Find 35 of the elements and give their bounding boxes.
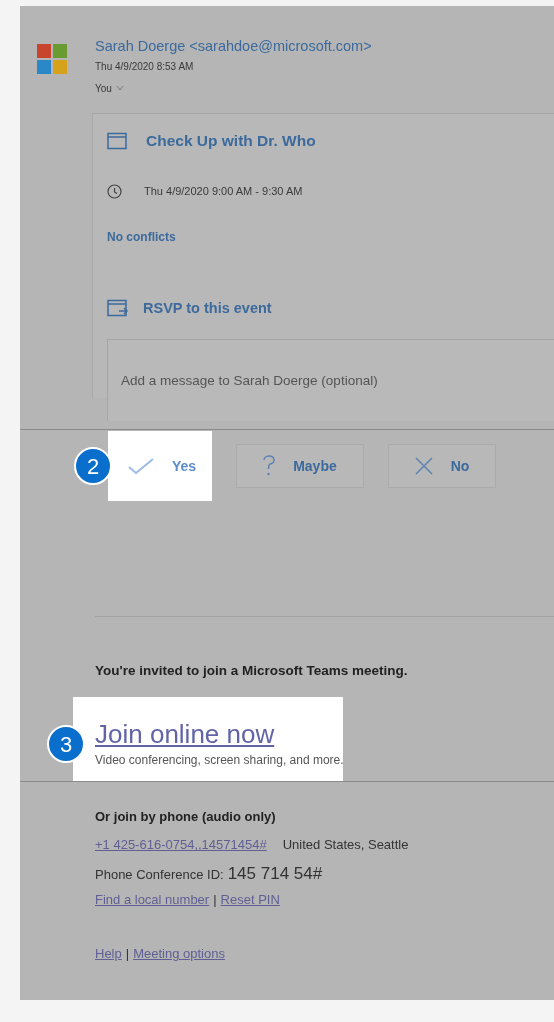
phone-heading: Or join by phone (audio only) [95, 808, 277, 827]
invite-text: You're invited to join a Microsoft Teams meeting. [95, 662, 409, 680]
find-number-link[interactable]: Find a local number [95, 888, 210, 913]
maybe-button[interactable]: Maybe [236, 444, 364, 488]
step-number-badge: 2 [74, 447, 112, 485]
separator-text: | [213, 891, 217, 910]
no-button[interactable]: No [387, 444, 497, 488]
step-number-badge: 3 [47, 725, 85, 764]
message-field[interactable]: Add a message to Sarah Doerge (optional) [107, 339, 554, 421]
meeting-description: Video conferencing, screen sharing, and more. [95, 752, 343, 770]
sent-time: Thu 4/9/2020 8:53 AM [95, 60, 195, 74]
check-icon [128, 458, 154, 474]
location-text: United States, Seattle [282, 836, 409, 855]
help-link[interactable]: Help [95, 942, 122, 967]
conflict-status: No conflicts [107, 229, 177, 245]
reset-pin-link[interactable]: Reset PIN [220, 888, 280, 913]
logo-icon [37, 44, 67, 74]
meeting-options-link[interactable]: Meeting options [133, 942, 225, 967]
conference-id: 145 714 54# [227, 863, 323, 886]
question-icon [263, 455, 276, 477]
conference-id-label: Phone Conference ID: [95, 866, 224, 885]
event-title: Check Up with Dr. Who [146, 131, 316, 152]
sender-name: Sarah Doerge <sarahdoe@microsoft.com> [95, 37, 372, 56]
chevron-down-icon[interactable] [115, 85, 124, 91]
yes-button[interactable]: Yes [108, 431, 213, 501]
calendar-icon [107, 132, 127, 150]
clock-icon [107, 183, 122, 199]
close-icon [414, 457, 433, 475]
recipient-name: You [95, 81, 112, 96]
event-time: Thu 4/9/2020 9:00 AM - 9:30 AM [144, 183, 303, 199]
phone-number-link[interactable]: +1 425-616-0754,,14571454# [95, 828, 267, 862]
join-online-link[interactable]: Join online now [95, 717, 275, 752]
calendar-reply-icon [107, 299, 129, 319]
rsvp-heading: RSVP to this event [143, 299, 272, 319]
separator-text: | [125, 945, 130, 964]
